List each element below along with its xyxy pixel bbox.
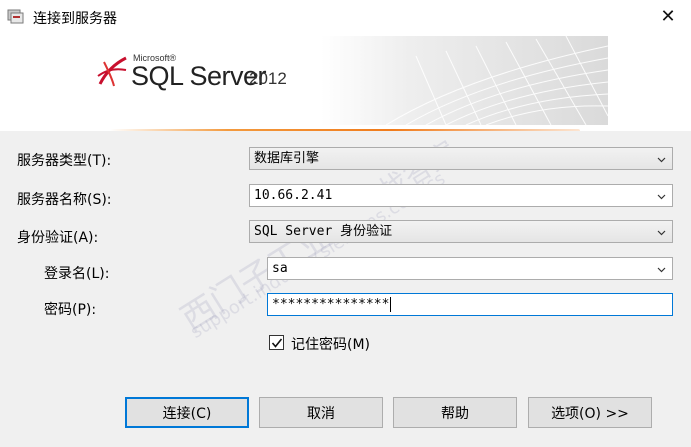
chevron-down-icon [657, 267, 666, 273]
close-button[interactable]: ✕ [645, 0, 691, 33]
product-name: SQL Server [131, 61, 267, 91]
checkmark-icon [271, 338, 282, 348]
login-label: 登录名(L): [44, 266, 110, 282]
auth-label: 身份验证(A): [17, 230, 99, 246]
server-type-dropdown[interactable]: 数据库引擎 [249, 147, 673, 170]
product-year: 2012 [249, 69, 287, 88]
close-icon: ✕ [660, 6, 676, 27]
password-label: 密码(P): [44, 302, 97, 318]
login-combobox[interactable]: sa [267, 257, 673, 280]
chevron-down-icon [657, 194, 666, 200]
password-field[interactable]: *************** [267, 293, 673, 316]
window-title: 连接到服务器 [33, 11, 117, 27]
sql-server-app-icon [7, 9, 24, 24]
help-button[interactable]: 帮助 [393, 397, 517, 428]
remember-password-checkbox[interactable] [269, 335, 284, 350]
sql-server-logo-icon [97, 56, 127, 87]
chevron-down-icon [657, 157, 666, 163]
connect-button[interactable]: 连接(C) [125, 397, 249, 428]
cancel-button[interactable]: 取消 [259, 397, 383, 428]
title-bar: 连接到服务器 ✕ [0, 0, 691, 33]
options-button[interactable]: 选项(O) >> [528, 397, 652, 428]
text-caret [390, 297, 392, 312]
server-name-combobox[interactable]: 10.66.2.41 [249, 184, 673, 207]
auth-dropdown[interactable]: SQL Server 身份验证 [249, 220, 673, 243]
remember-password-label[interactable]: 记住密码(M) [291, 334, 370, 354]
server-type-label: 服务器类型(T): [17, 153, 112, 169]
chevron-down-icon [657, 230, 666, 236]
server-name-label: 服务器名称(S): [17, 192, 112, 208]
